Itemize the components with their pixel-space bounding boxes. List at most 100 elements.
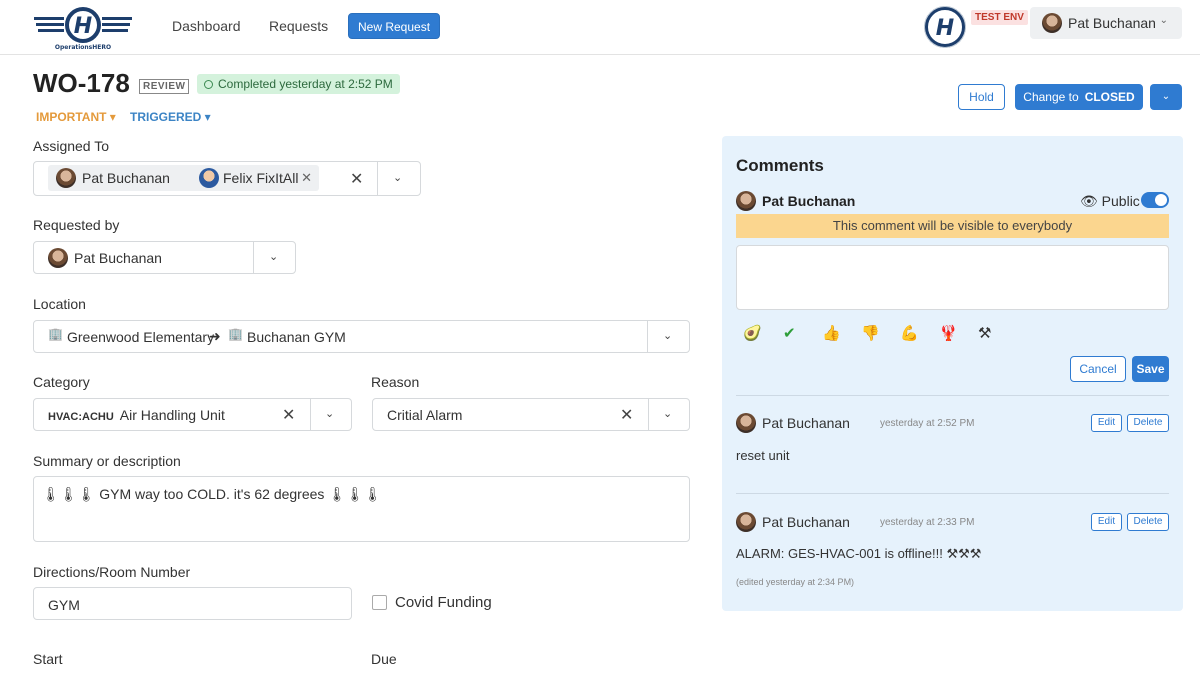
- directions-value: GYM: [48, 597, 80, 613]
- divider: [647, 321, 648, 352]
- location-label: Location: [33, 296, 86, 312]
- svg-text:OperationsHERO: OperationsHERO: [55, 44, 111, 51]
- visibility-notice: This comment will be visible to everybod…: [736, 214, 1169, 238]
- nav-requests[interactable]: Requests: [269, 18, 328, 34]
- summary-text: 🌡🌡🌡 GYM way too COLD. it's 62 degrees 🌡🌡…: [42, 486, 382, 502]
- check-circle-icon: [204, 80, 213, 89]
- avatar: [736, 512, 756, 532]
- avatar: [736, 191, 756, 211]
- summary-textarea[interactable]: 🌡🌡🌡 GYM way too COLD. it's 62 degrees 🌡🌡…: [33, 476, 690, 542]
- change-status-button[interactable]: Change to CLOSED: [1015, 84, 1143, 110]
- user-menu[interactable]: Pat Buchanan ⌄: [1030, 7, 1182, 39]
- comment-time: yesterday at 2:33 PM: [880, 517, 975, 528]
- directions-input[interactable]: GYM: [33, 587, 352, 620]
- requested-by-label: Requested by: [33, 217, 120, 233]
- divider: [736, 395, 1169, 396]
- clear-icon[interactable]: ✕: [350, 169, 363, 189]
- comment-time: yesterday at 2:52 PM: [880, 418, 975, 429]
- requested-by-value: Pat Buchanan: [74, 250, 162, 266]
- check-emoji-button[interactable]: ✔: [783, 325, 796, 343]
- chevron-down-icon[interactable]: ⌄: [663, 329, 672, 342]
- clear-icon[interactable]: ✕: [282, 405, 295, 425]
- reason-value: Critial Alarm: [387, 407, 463, 423]
- priority-dropdown[interactable]: IMPORTANT ▾: [36, 110, 116, 124]
- avocado-emoji-button[interactable]: 🥑: [743, 325, 762, 343]
- comment-author: Pat Buchanan: [762, 514, 850, 530]
- comments-title: Comments: [736, 156, 824, 175]
- avatar: [736, 413, 756, 433]
- lobster-emoji-button[interactable]: 🦞: [939, 325, 958, 343]
- remove-assignee-icon[interactable]: ✕: [301, 165, 312, 191]
- env-badge: TEST ENV: [971, 10, 1028, 25]
- category-select[interactable]: HVAC:ACHU Air Handling Unit ✕ ⌄: [33, 398, 352, 431]
- chevron-down-icon[interactable]: ⌄: [269, 250, 278, 263]
- due-label: Due: [371, 651, 397, 667]
- status-options-button[interactable]: ⌄: [1150, 84, 1182, 110]
- divider: [253, 242, 254, 273]
- public-toggle[interactable]: [1141, 192, 1169, 208]
- chevron-down-icon[interactable]: ⌄: [325, 407, 334, 420]
- new-request-button[interactable]: New Request: [348, 13, 441, 39]
- divider: [736, 493, 1169, 494]
- save-button[interactable]: Save: [1132, 356, 1169, 382]
- reason-select[interactable]: Critial Alarm ✕ ⌄: [372, 398, 690, 431]
- avatar: [1042, 13, 1062, 33]
- covid-funding-label: Covid Funding: [395, 594, 492, 611]
- top-navbar: H OperationsHERO Dashboard Requests New …: [0, 0, 1200, 55]
- comment-body: reset unit: [736, 448, 790, 463]
- change-target: CLOSED: [1084, 90, 1135, 104]
- chevron-down-icon: ⌄: [1159, 15, 1168, 26]
- start-label: Start: [33, 651, 63, 667]
- summary-label: Summary or description: [33, 453, 181, 469]
- assigned-label: Assigned To: [33, 138, 110, 154]
- composer-author: Pat Buchanan: [762, 193, 856, 209]
- status-badge: Completed yesterday at 2:52 PM: [197, 74, 400, 94]
- svg-text:H: H: [74, 14, 92, 39]
- category-value: HVAC:ACHU Air Handling Unit: [48, 407, 225, 423]
- divider: [310, 399, 311, 430]
- thumbs-up-emoji-button[interactable]: 👍: [822, 325, 841, 343]
- chevron-down-icon[interactable]: ⌄: [663, 407, 672, 420]
- eye-icon: 👁: [1080, 193, 1102, 209]
- assignee-name: Felix FixItAll: [223, 170, 299, 186]
- flexed-arm-emoji-button[interactable]: 💪: [900, 325, 919, 343]
- category-label: Category: [33, 374, 90, 390]
- review-badge: REVIEW: [139, 79, 190, 94]
- hold-button[interactable]: Hold: [958, 84, 1005, 110]
- comment-author: Pat Buchanan: [762, 415, 850, 431]
- comment-edited-note: (edited yesterday at 2:34 PM): [736, 577, 855, 587]
- requested-by-select[interactable]: Pat Buchanan ⌄: [33, 241, 296, 274]
- clear-icon[interactable]: ✕: [620, 405, 633, 425]
- category-code: HVAC:ACHU: [48, 411, 114, 423]
- chevron-down-icon[interactable]: ⌄: [393, 171, 402, 184]
- cancel-button[interactable]: Cancel: [1070, 356, 1126, 382]
- divider: [648, 399, 649, 430]
- building-icon: 🏢: [48, 327, 63, 341]
- category-name: Air Handling Unit: [119, 407, 225, 423]
- covid-funding-checkbox[interactable]: [372, 595, 387, 610]
- avatar: [56, 168, 76, 188]
- avatar: [199, 168, 219, 188]
- assignee-select[interactable]: Pat Buchanan ✕ Felix FixItAll ✕ ✕ ⌄: [33, 161, 421, 196]
- delete-comment-button[interactable]: Delete: [1127, 513, 1169, 531]
- arrow-right-icon: ➜: [209, 328, 221, 344]
- edit-comment-button[interactable]: Edit: [1091, 513, 1122, 531]
- edit-comment-button[interactable]: Edit: [1091, 414, 1122, 432]
- hammer-pick-emoji-button[interactable]: ⚒: [978, 325, 991, 343]
- location-select[interactable]: 🏢 Greenwood Elementary ➜ 🏢 Buchanan GYM …: [33, 320, 690, 353]
- location-from: Greenwood Elementary: [67, 329, 215, 345]
- change-prefix: Change to: [1023, 90, 1079, 104]
- delete-comment-button[interactable]: Delete: [1127, 414, 1169, 432]
- status-text: Completed yesterday at 2:52 PM: [218, 77, 393, 91]
- operations-hero-logo[interactable]: H OperationsHERO: [32, 7, 134, 51]
- reason-label: Reason: [371, 374, 420, 390]
- public-toggle-label: 👁 Public: [1080, 193, 1140, 210]
- org-logo-avatar: H: [924, 6, 966, 48]
- thumbs-down-emoji-button[interactable]: 👎: [861, 325, 880, 343]
- user-name: Pat Buchanan: [1068, 15, 1156, 31]
- page-title: WO-178: [33, 68, 130, 98]
- comment-input[interactable]: [736, 245, 1169, 310]
- trigger-dropdown[interactable]: TRIGGERED ▾: [130, 110, 211, 124]
- assignee-chip: Felix FixItAll ✕: [191, 165, 319, 191]
- nav-dashboard[interactable]: Dashboard: [172, 18, 241, 34]
